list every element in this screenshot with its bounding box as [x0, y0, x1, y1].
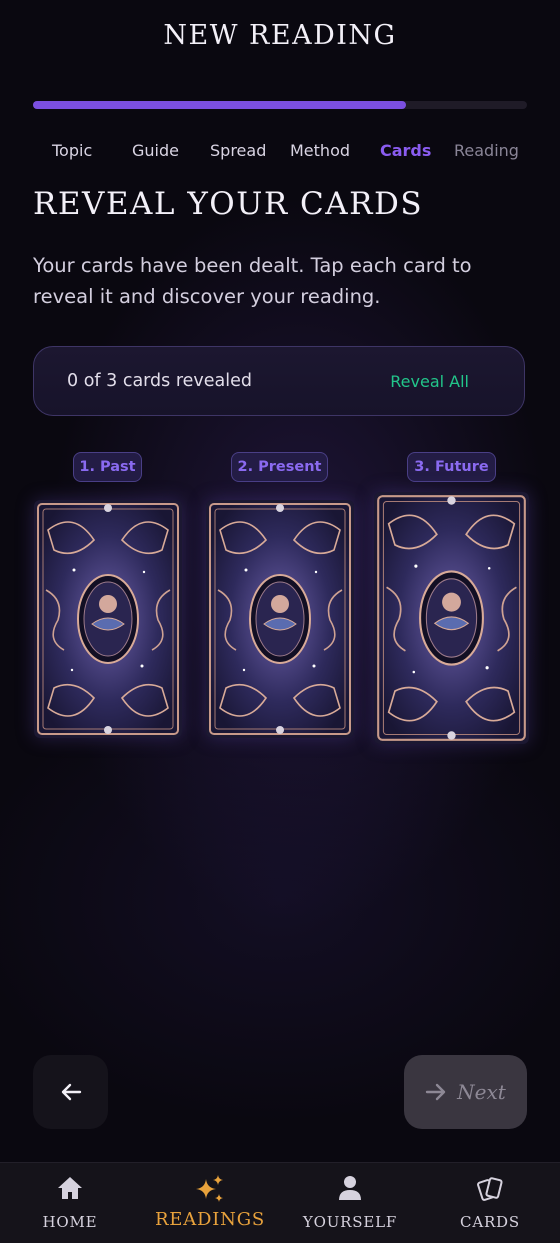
section-heading: REVEAL YOUR CARDS: [33, 186, 424, 222]
reveal-status-text: 0 of 3 cards revealed: [67, 371, 253, 391]
nav-item-cards[interactable]: CARDS: [420, 1163, 560, 1243]
step-tab-spread[interactable]: Spread: [210, 141, 266, 160]
card-back-art: [374, 492, 529, 744]
next-button-label: Next: [457, 1080, 506, 1104]
reveal-all-button[interactable]: Reveal All: [390, 372, 469, 391]
tarot-card-future[interactable]: [374, 492, 529, 744]
step-tab-topic[interactable]: Topic: [52, 141, 92, 160]
card-label-future: 3. Future: [407, 452, 496, 482]
card-label-present: 2. Present: [231, 452, 328, 482]
nav-item-yourself[interactable]: YOURSELF: [280, 1163, 420, 1243]
home-icon: [58, 1177, 82, 1199]
nav-label-cards: CARDS: [460, 1213, 520, 1231]
person-icon: [339, 1176, 361, 1200]
tarot-card-present[interactable]: [206, 500, 354, 738]
tarot-card-past[interactable]: [34, 500, 182, 738]
nav-label-readings: READINGS: [154, 1209, 266, 1230]
arrow-left-icon: [61, 1083, 81, 1101]
nav-item-readings[interactable]: READINGS: [140, 1163, 280, 1243]
step-tab-reading: Reading: [454, 141, 519, 160]
step-tab-guide[interactable]: Guide: [132, 141, 179, 160]
nav-label-yourself: YOURSELF: [302, 1213, 398, 1231]
cards-icon: [477, 1177, 503, 1201]
step-tab-method[interactable]: Method: [290, 141, 350, 160]
next-button[interactable]: Next: [404, 1055, 527, 1129]
card-back-art: [34, 500, 182, 738]
progress-bar-fill: [33, 101, 406, 109]
progress-bar: [33, 101, 527, 109]
step-tab-cards[interactable]: Cards: [380, 141, 431, 160]
nav-label-home: HOME: [42, 1213, 98, 1231]
arrow-right-icon: [425, 1083, 446, 1101]
page-title: NEW READING: [163, 20, 397, 51]
card-label-past: 1. Past: [73, 452, 142, 482]
step-tabs: Topic Guide Spread Method Cards Reading: [0, 141, 560, 163]
card-back-art: [206, 500, 354, 738]
bottom-navigation: HOME READINGS YOURSELF CARDS: [0, 1162, 560, 1243]
section-description: Your cards have been dealt. Tap each car…: [33, 254, 472, 308]
reveal-status-box: 0 of 3 cards revealed Reveal All: [33, 346, 525, 416]
nav-item-home[interactable]: HOME: [0, 1163, 140, 1243]
sparkles-icon: [196, 1175, 223, 1202]
back-button[interactable]: [33, 1055, 108, 1129]
